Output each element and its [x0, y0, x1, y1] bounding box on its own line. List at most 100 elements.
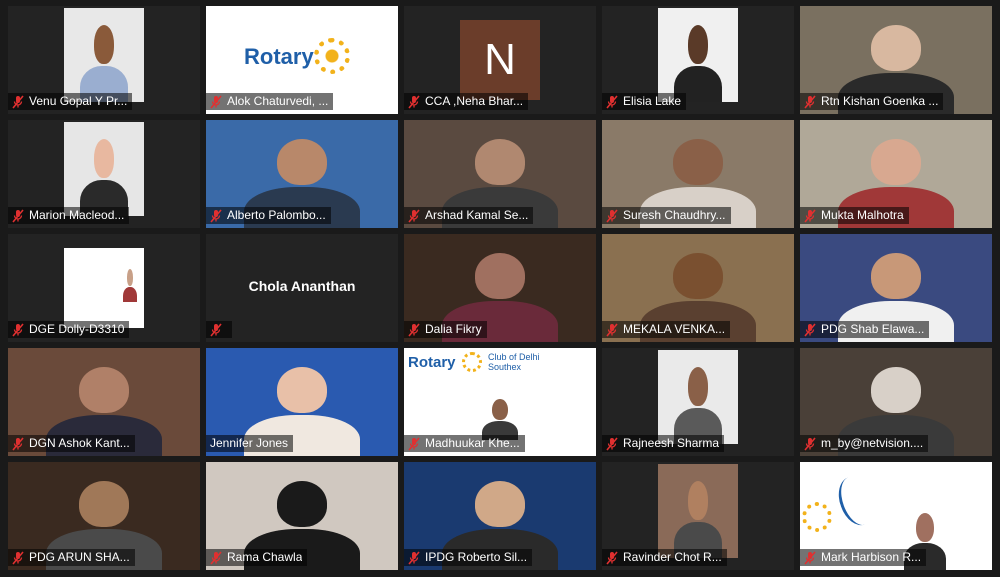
muted-mic-icon [804, 550, 816, 565]
person-head [687, 366, 709, 407]
person-head [871, 253, 921, 299]
muted-mic-icon [804, 322, 816, 337]
participant-name: Alberto Palombo... [227, 208, 326, 222]
person-head [126, 269, 134, 286]
participant-tile[interactable]: Alberto Palombo... [206, 120, 398, 228]
participant-tile[interactable]: MEKALA VENKA... [602, 234, 794, 342]
muted-mic-icon [12, 94, 24, 109]
muted-mic-icon [606, 322, 618, 337]
muted-mic-icon [606, 208, 618, 223]
participant-tile[interactable]: DGN Ashok Kant... [8, 348, 200, 456]
participant-tile[interactable]: Rtn Kishan Goenka ... [800, 6, 992, 114]
initial-avatar: N [460, 20, 540, 100]
participant-tile[interactable]: Arshad Kamal Se... [404, 120, 596, 228]
participant-name: Rama Chawla [227, 550, 303, 564]
participant-tile[interactable]: Elisia Lake [602, 6, 794, 114]
participant-display-name: Chola Ananthan [248, 278, 356, 294]
person-head [475, 481, 525, 527]
participant-name: PDG ARUN SHA... [29, 550, 130, 564]
muted-mic-icon [12, 436, 24, 451]
person-head [687, 24, 709, 65]
participant-tile[interactable]: Marion Macleod... [8, 120, 200, 228]
rotary-wheel-icon [462, 352, 482, 372]
participant-name: Jennifer Jones [210, 436, 289, 450]
muted-mic-icon [408, 550, 420, 565]
muted-mic-icon [804, 94, 816, 109]
participant-name: Rtn Kishan Goenka ... [821, 94, 939, 108]
participant-name-bar: Arshad Kamal Se... [404, 207, 534, 224]
rotary-logo-text: Rotary [244, 44, 314, 69]
person-head [871, 367, 921, 413]
participant-tile[interactable]: Mark Harbison R... [800, 462, 992, 570]
muted-mic-icon [210, 208, 222, 223]
person-head [93, 138, 115, 179]
participant-name-bar: Elisia Lake [602, 93, 687, 110]
person-head [673, 139, 723, 185]
muted-mic-icon [804, 208, 816, 223]
club-name: Club of Delhi Southex [488, 352, 540, 372]
participant-tile[interactable]: Rajneesh Sharma [602, 348, 794, 456]
muted-mic-icon [12, 550, 24, 565]
participant-tile[interactable]: Rotary Alok Chaturvedi, ... [206, 6, 398, 114]
participant-video [658, 350, 738, 444]
participant-name: Rajneesh Sharma [623, 436, 720, 450]
participant-name-bar: Alberto Palombo... [206, 207, 331, 224]
participant-name: Marion Macleod... [29, 208, 125, 222]
participant-name-bar: Dalia Fikry [404, 321, 487, 338]
participant-name-bar: Madhuukar Khe... [404, 435, 525, 452]
participant-tile[interactable]: Suresh Chaudhry... [602, 120, 794, 228]
participant-name-bar: DGE Dolly-D3310 [8, 321, 130, 338]
participant-tile[interactable]: Jennifer Jones [206, 348, 398, 456]
person-head [871, 139, 921, 185]
participant-tile[interactable]: Ravinder Chot R... [602, 462, 794, 570]
muted-mic-icon [408, 94, 420, 109]
person-head [93, 24, 115, 65]
participant-name-bar: Mark Harbison R... [800, 549, 927, 566]
person-head [79, 367, 129, 413]
participant-tile[interactable]: IPDG Roberto Sil... [404, 462, 596, 570]
participant-name: Ravinder Chot R... [623, 550, 722, 564]
muted-mic-icon [12, 208, 24, 223]
participant-name: Mark Harbison R... [821, 550, 922, 564]
muted-mic-icon [210, 550, 222, 565]
participant-name: MEKALA VENKA... [623, 322, 726, 336]
muted-mic-icon [210, 322, 222, 337]
person-head [492, 399, 508, 420]
participant-tile[interactable]: PDG Shab Elawa... [800, 234, 992, 342]
participant-tile[interactable]: Chola Ananthan [206, 234, 398, 342]
muted-mic-icon [804, 436, 816, 451]
person-head [687, 480, 709, 521]
participant-name-bar: IPDG Roberto Sil... [404, 549, 533, 566]
participant-tile[interactable]: Mukta Malhotra [800, 120, 992, 228]
participant-name-bar: Venu Gopal Y Pr... [8, 93, 133, 110]
participant-name: Madhuukar Khe... [425, 436, 520, 450]
person-head [475, 139, 525, 185]
participant-name-bar: Rama Chawla [206, 549, 308, 566]
muted-mic-icon [606, 550, 618, 565]
participant-name: Mukta Malhotra [821, 208, 904, 222]
participant-name: DGN Ashok Kant... [29, 436, 130, 450]
participant-tile[interactable]: N CCA ,Neha Bhar... [404, 6, 596, 114]
participant-tile[interactable]: Rama Chawla [206, 462, 398, 570]
person-head [277, 367, 327, 413]
participant-name: Dalia Fikry [425, 322, 482, 336]
participant-name-bar: MEKALA VENKA... [602, 321, 731, 338]
participant-name-bar: PDG ARUN SHA... [8, 549, 135, 566]
participant-tile[interactable]: Dalia Fikry [404, 234, 596, 342]
participant-tile[interactable]: DGE Dolly-D3310 [8, 234, 200, 342]
participant-video [64, 8, 144, 102]
participant-video [64, 122, 144, 216]
person-head [277, 481, 327, 527]
person-head [915, 512, 935, 542]
participant-tile[interactable]: Venu Gopal Y Pr... [8, 6, 200, 114]
participant-tile[interactable]: PDG ARUN SHA... [8, 462, 200, 570]
person-head [79, 481, 129, 527]
participant-tile[interactable]: Rotary Club of Delhi Southex Madhuukar Khe… [404, 348, 596, 456]
muted-mic-icon [606, 436, 618, 451]
participant-name-bar: Rajneesh Sharma [602, 435, 725, 452]
muted-mic-icon [408, 208, 420, 223]
participant-tile[interactable]: m_by@netvision.... [800, 348, 992, 456]
participant-name: Alok Chaturvedi, ... [227, 94, 329, 108]
participant-video [658, 8, 738, 102]
muted-mic-icon [408, 436, 420, 451]
